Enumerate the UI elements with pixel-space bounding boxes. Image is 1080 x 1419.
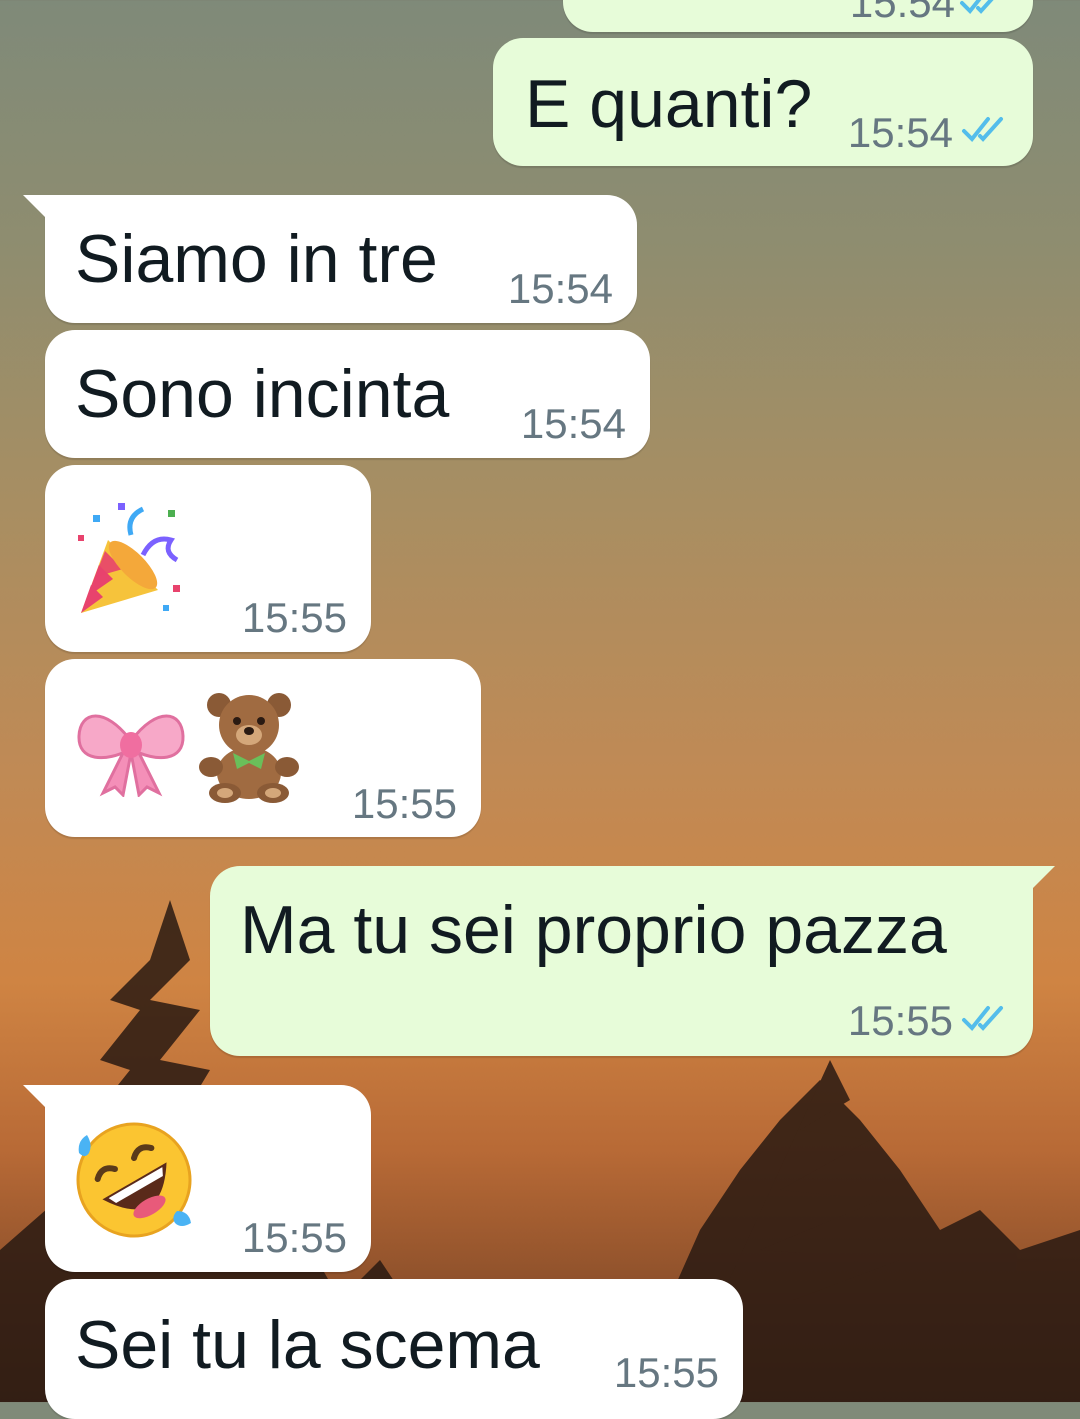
- message-outgoing[interactable]: Ma tu sei proprio pazza 15:55: [210, 866, 1055, 1056]
- read-receipt-icon: [960, 0, 994, 14]
- message-text: E quanti?: [525, 66, 813, 142]
- message-text: Sono incinta: [75, 356, 450, 432]
- bubble-tail: [23, 195, 45, 217]
- ribbon-bow-icon: [77, 714, 185, 797]
- read-receipt-icon: [962, 117, 1003, 142]
- message-time: 15:54: [520, 400, 626, 447]
- party-popper-icon: [78, 503, 180, 613]
- message-text: Siamo in tre: [75, 221, 438, 297]
- message-outgoing[interactable]: 15:54: [563, 0, 1033, 32]
- message-incoming[interactable]: Siamo in tre 15:54: [23, 195, 637, 323]
- message-time: 15:55: [351, 780, 457, 827]
- bubble-tail: [23, 1085, 45, 1107]
- message-incoming[interactable]: 15:55: [45, 659, 481, 837]
- message-time: 15:54: [849, 0, 955, 26]
- message-incoming[interactable]: 15:55: [45, 465, 371, 652]
- read-receipt-icon: [962, 1006, 1003, 1031]
- message-text: Sei tu la scema: [75, 1307, 540, 1383]
- message-time: 15:54: [507, 265, 613, 312]
- message-text: Ma tu sei proprio pazza: [240, 892, 947, 968]
- bubble-tail: [1033, 866, 1055, 888]
- message-time: 15:55: [847, 997, 953, 1044]
- message-time: 15:54: [847, 109, 953, 156]
- message-outgoing[interactable]: E quanti? 15:54: [493, 38, 1033, 166]
- rolling-on-floor-laughing-icon: [76, 1122, 192, 1238]
- message-time: 15:55: [241, 1214, 347, 1261]
- message-incoming[interactable]: 15:55: [23, 1085, 371, 1272]
- message-incoming[interactable]: Sono incinta 15:54: [45, 330, 650, 458]
- message-incoming[interactable]: Sei tu la scema 15:55: [45, 1279, 743, 1419]
- message-time: 15:55: [241, 594, 347, 641]
- message-time: 15:55: [613, 1349, 719, 1396]
- teddy-bear-icon: [199, 693, 299, 803]
